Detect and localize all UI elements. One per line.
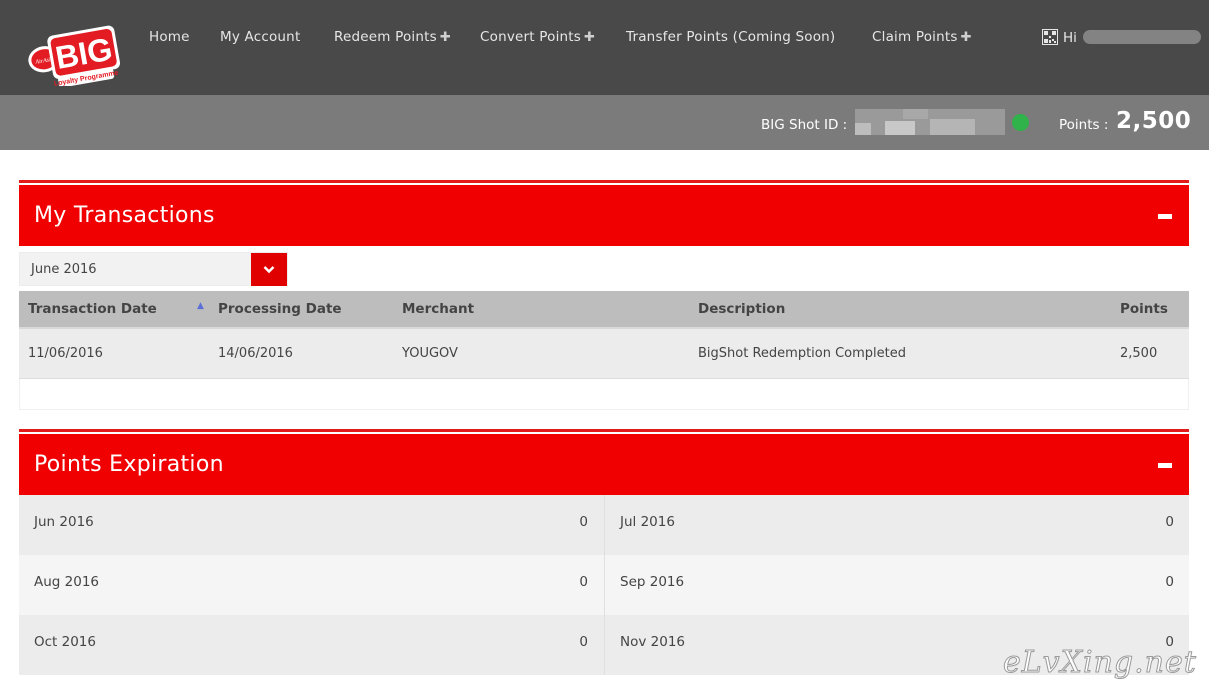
account-summary-bar: BIG Shot ID : Points : 2,500 bbox=[0, 95, 1209, 150]
nav-convert-points-label: Convert Points bbox=[480, 29, 582, 45]
month-select[interactable]: June 2016 bbox=[19, 252, 288, 286]
nav-home-label: Home bbox=[149, 29, 190, 45]
nav-convert-points[interactable]: Convert Points ✚ bbox=[480, 29, 595, 45]
watermark-text: eLvXing.net bbox=[1003, 645, 1197, 681]
expiration-cell: Aug 2016 0 bbox=[19, 555, 603, 615]
table-header: Transaction Date ▲ Processing Date Merch… bbox=[19, 291, 1189, 329]
dropdown-button[interactable] bbox=[251, 253, 287, 286]
expiration-row: Jun 2016 0 Jul 2016 0 bbox=[19, 495, 1189, 555]
expiration-month: Sep 2016 bbox=[620, 574, 685, 590]
expiration-month: Oct 2016 bbox=[34, 634, 96, 650]
plus-icon: ✚ bbox=[584, 30, 596, 45]
expiration-row: Aug 2016 0 Sep 2016 0 bbox=[19, 555, 1189, 615]
my-transactions-header[interactable]: My Transactions bbox=[19, 183, 1189, 246]
nav-redeem-points-label: Redeem Points bbox=[334, 29, 437, 45]
cell-processing-date: 14/06/2016 bbox=[218, 346, 293, 361]
points-expiration-header[interactable]: Points Expiration bbox=[19, 432, 1189, 495]
nav-claim-points-label: Claim Points bbox=[872, 29, 958, 45]
expiration-value: 0 bbox=[579, 574, 588, 590]
points-balance: 2,500 bbox=[1116, 108, 1192, 134]
expiration-value: 0 bbox=[579, 514, 588, 530]
expiration-value: 0 bbox=[1165, 514, 1174, 530]
cell-transaction-date: 11/06/2016 bbox=[28, 346, 103, 361]
column-header-points[interactable]: Points bbox=[1120, 301, 1168, 317]
redacted-bigshot-id bbox=[855, 109, 1005, 135]
chevron-down-icon bbox=[263, 266, 275, 274]
expiration-cell: Jul 2016 0 bbox=[604, 495, 1189, 555]
expiration-cell: Oct 2016 0 bbox=[19, 615, 603, 675]
redacted-username bbox=[1083, 30, 1201, 44]
collapse-icon[interactable] bbox=[1158, 214, 1172, 219]
sort-ascending-icon[interactable]: ▲ bbox=[197, 301, 204, 311]
cell-merchant: YOUGOV bbox=[402, 346, 458, 361]
month-select-value: June 2016 bbox=[31, 262, 97, 277]
panel-title: Points Expiration bbox=[34, 452, 224, 477]
nav-home[interactable]: Home bbox=[149, 29, 190, 45]
nav-transfer-points[interactable]: Transfer Points (Coming Soon) bbox=[626, 29, 835, 45]
user-greeting[interactable]: Hi bbox=[1042, 29, 1077, 46]
expiration-cell: Jun 2016 0 bbox=[19, 495, 603, 555]
expiration-value: 0 bbox=[1165, 574, 1174, 590]
bigshot-id-label: BIG Shot ID : bbox=[761, 117, 848, 133]
top-navigation-bar: BIG Loyalty Programme AirAsia Home My Ac… bbox=[0, 0, 1209, 95]
greeting-label: Hi bbox=[1063, 30, 1077, 46]
panel-title: My Transactions bbox=[34, 203, 215, 228]
cell-description: BigShot Redemption Completed bbox=[698, 346, 907, 361]
table-row: 11/06/2016 14/06/2016 YOUGOV BigShot Red… bbox=[19, 329, 1189, 379]
expiration-month: Jun 2016 bbox=[34, 514, 94, 530]
column-header-transaction-date[interactable]: Transaction Date bbox=[28, 301, 157, 317]
expiration-value: 0 bbox=[579, 634, 588, 650]
nav-redeem-points[interactable]: Redeem Points ✚ bbox=[334, 29, 451, 45]
plus-icon: ✚ bbox=[960, 30, 972, 45]
cell-points: 2,500 bbox=[1120, 346, 1158, 361]
column-header-description[interactable]: Description bbox=[698, 301, 785, 317]
status-indicator-dot bbox=[1012, 114, 1029, 131]
nav-my-account-label: My Account bbox=[220, 29, 301, 45]
expiration-cell: Sep 2016 0 bbox=[604, 555, 1189, 615]
big-loyalty-logo[interactable]: BIG Loyalty Programme AirAsia bbox=[28, 24, 120, 86]
points-label: Points : bbox=[1059, 117, 1109, 133]
collapse-icon[interactable] bbox=[1158, 463, 1172, 468]
expiration-month: Nov 2016 bbox=[620, 634, 685, 650]
nav-transfer-points-label: Transfer Points (Coming Soon) bbox=[626, 29, 836, 45]
column-header-processing-date[interactable]: Processing Date bbox=[218, 301, 342, 317]
plus-icon: ✚ bbox=[439, 30, 451, 45]
transactions-table: Transaction Date ▲ Processing Date Merch… bbox=[19, 291, 1189, 410]
table-footer bbox=[19, 379, 1189, 410]
qr-code-icon[interactable] bbox=[1042, 29, 1058, 45]
expiration-month: Aug 2016 bbox=[34, 574, 100, 590]
expiration-month: Jul 2016 bbox=[620, 514, 675, 530]
nav-claim-points[interactable]: Claim Points ✚ bbox=[872, 29, 972, 45]
nav-my-account[interactable]: My Account bbox=[220, 29, 300, 45]
column-header-merchant[interactable]: Merchant bbox=[402, 301, 474, 317]
